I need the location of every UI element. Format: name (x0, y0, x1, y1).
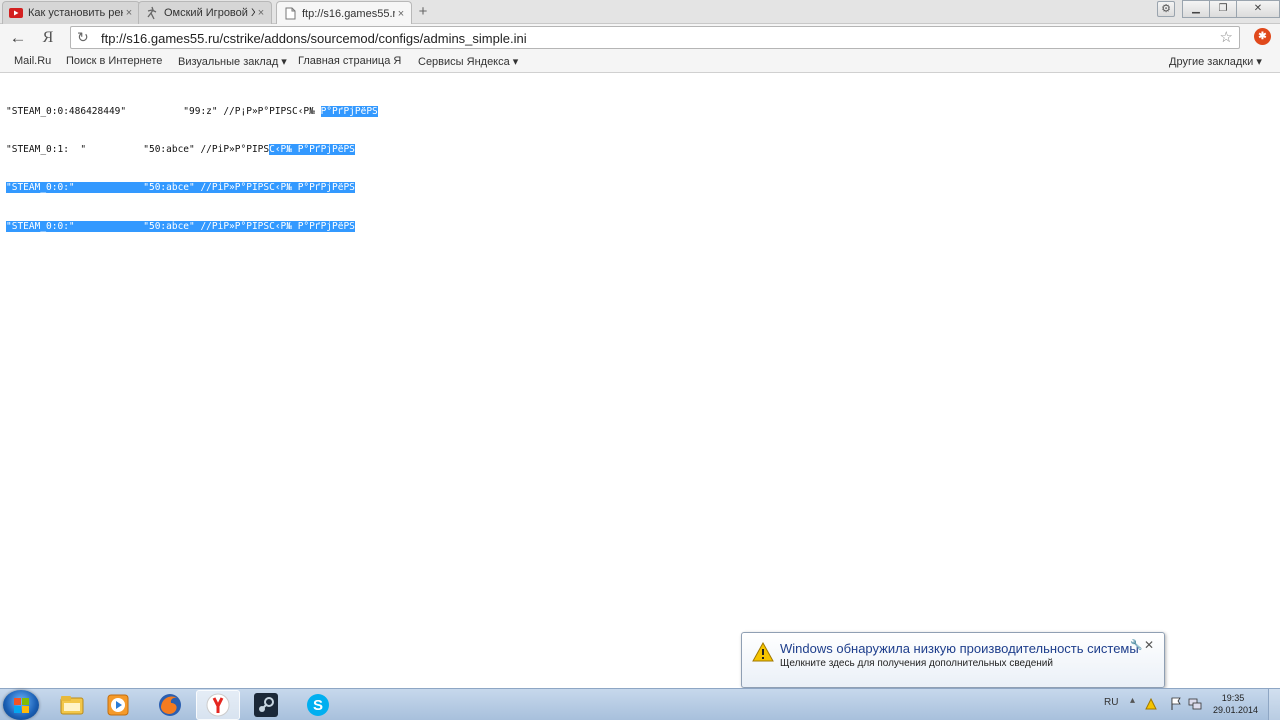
minimize-button[interactable]: ▁ (1182, 0, 1210, 18)
bookmark-yandex-services[interactable]: Сервисы Яндекса ▾ (418, 55, 518, 68)
network-icon[interactable] (1188, 697, 1202, 711)
firefox-icon (159, 694, 181, 716)
tab-omsk[interactable]: Омский Игровой Хос × (138, 1, 272, 24)
tab-title: ftp://s16.games55.ru/c (302, 7, 395, 20)
bookmark-search[interactable]: Поиск в Интернете (66, 55, 162, 67)
wrench-icon[interactable]: 🔧 (1130, 640, 1142, 651)
url-text[interactable]: ftp://s16.games55.ru/cstrike/addons/sour… (101, 31, 527, 46)
taskbar-media-player[interactable] (96, 690, 140, 720)
new-tab-button[interactable]: + (414, 3, 432, 21)
warning-icon[interactable] (1145, 698, 1157, 710)
performance-notification[interactable]: Windows обнаружила низкую производительн… (741, 632, 1165, 700)
text-line: "STEAM_0:0:" "50:abce" //РіР»Р°РІРЅС‹Р№ … (6, 220, 378, 234)
tab-title: Как установить рекла (28, 7, 123, 19)
tray-expand-icon[interactable]: ▴ (1130, 695, 1135, 706)
svg-text:S: S (313, 697, 323, 714)
line-selected-text: "STEAM_0:0:" "50:abce" //РіР»Р°РІРЅС‹Р№ … (6, 182, 355, 194)
text-line: "STEAM_0:1: " "50:abce" //РіР»Р°РІРЅС‹Р№… (0, 143, 1274, 157)
windows-logo-icon (14, 698, 21, 705)
windows-logo-part (22, 706, 29, 713)
yandex-browser-icon (206, 693, 230, 717)
windows-logo-part (14, 706, 21, 713)
cs-icon (145, 6, 159, 20)
line-text: "STEAM_0:1: " "50:abce" //РіР»Р°РІРЅ (6, 143, 270, 155)
notification-text[interactable]: Щелкните здесь для получения дополнитель… (780, 658, 1053, 669)
tab-ftp[interactable]: ftp://s16.games55.ru/c × (276, 1, 412, 25)
taskbar-explorer[interactable] (50, 690, 94, 720)
line-selected-text: "STEAM_0:0:" "50:abce" //РіР»Р°РІРЅС‹Р№ … (6, 220, 355, 232)
text-line: "STEAM_0:0:486428449" "99:z" //Р¡Р»Р°РІР… (6, 105, 378, 119)
toolbar: ← Я ↻ ftp://s16.games55.ru/cstrike/addon… (0, 24, 1280, 52)
bookmark-visual[interactable]: Визуальные заклад ▾ (178, 55, 287, 68)
warning-icon (752, 642, 774, 662)
bookmark-mailru[interactable]: Mail.Ru (14, 55, 51, 67)
close-icon[interactable]: × (255, 7, 267, 19)
skype-icon: S (307, 694, 329, 716)
close-icon[interactable]: × (395, 8, 407, 20)
line-text: "STEAM_0:0:486428449" "99:z" //Р¡Р»Р°РІР… (6, 105, 321, 117)
steam-icon (254, 693, 278, 717)
yandex-home-button[interactable]: Я (38, 28, 58, 48)
gear-icon[interactable]: ⚙ (1157, 1, 1175, 17)
bookmarks-bar: Mail.Ru Поиск в Интернете Визуальные зак… (0, 52, 1280, 73)
notification-title[interactable]: Windows обнаружила низкую производительн… (780, 641, 1139, 656)
windows-logo-part (22, 698, 29, 705)
bookmark-yandex-home[interactable]: Главная страница Я (298, 55, 401, 67)
page-content: "STEAM_0:0:486428449" "99:z" //Р¡Р»Р°РІР… (0, 74, 1280, 688)
close-icon[interactable]: ✕ (1144, 638, 1154, 652)
language-indicator[interactable]: RU (1104, 697, 1118, 708)
yandex-extension-icon[interactable]: ✱ (1254, 28, 1271, 45)
clock-time: 19:35 (1221, 693, 1245, 703)
window-controls: ▁ ❐ ✕ (1182, 0, 1280, 20)
taskbar-steam[interactable] (244, 690, 288, 720)
close-icon[interactable]: × (123, 7, 135, 19)
start-button[interactable] (3, 690, 39, 720)
taskbar-skype[interactable]: S (296, 690, 340, 720)
tab-youtube[interactable]: Как установить рекла × (2, 1, 140, 24)
bookmark-star-icon[interactable]: ☆ (1220, 28, 1233, 46)
address-bar[interactable]: ↻ ftp://s16.games55.ru/cstrike/addons/so… (70, 26, 1240, 49)
clock[interactable]: 19:35 29.01.2014 (1213, 692, 1259, 716)
page-icon (283, 7, 297, 21)
line-selected-text: С‹Р№ Р°РґРјРёРЅ (269, 143, 355, 155)
file-text[interactable]: "STEAM_0:0:486428449" "99:z" //Р¡Р»Р°РІР… (0, 80, 1274, 259)
action-center-flag-icon[interactable] (1170, 697, 1182, 711)
back-arrow-icon[interactable]: ← (8, 28, 28, 48)
reload-icon[interactable]: ↻ (77, 29, 89, 46)
tab-strip: Как установить рекла × Омский Игровой Хо… (0, 0, 1280, 25)
media-player-icon (107, 694, 129, 716)
bookmark-other[interactable]: Другие закладки ▾ (1169, 55, 1262, 68)
clock-date: 29.01.2014 (1213, 705, 1259, 715)
restore-button[interactable]: ❐ (1209, 0, 1237, 18)
show-desktop-button[interactable] (1268, 689, 1280, 720)
taskbar-yandex-browser[interactable] (196, 690, 240, 720)
window-close-button[interactable]: ✕ (1236, 0, 1280, 18)
text-line: "STEAM_0:0:" "50:abce" //РіР»Р°РІРЅС‹Р№ … (0, 182, 1274, 196)
taskbar-firefox[interactable] (148, 690, 192, 720)
taskbar: S RU ▴ 19:35 29.01.2014 (0, 688, 1280, 720)
line-selected-text: Р°РґРјРёРЅ (320, 105, 378, 117)
youtube-icon (9, 6, 23, 20)
explorer-icon (60, 696, 84, 715)
tab-title: Омский Игровой Хос (164, 7, 255, 19)
